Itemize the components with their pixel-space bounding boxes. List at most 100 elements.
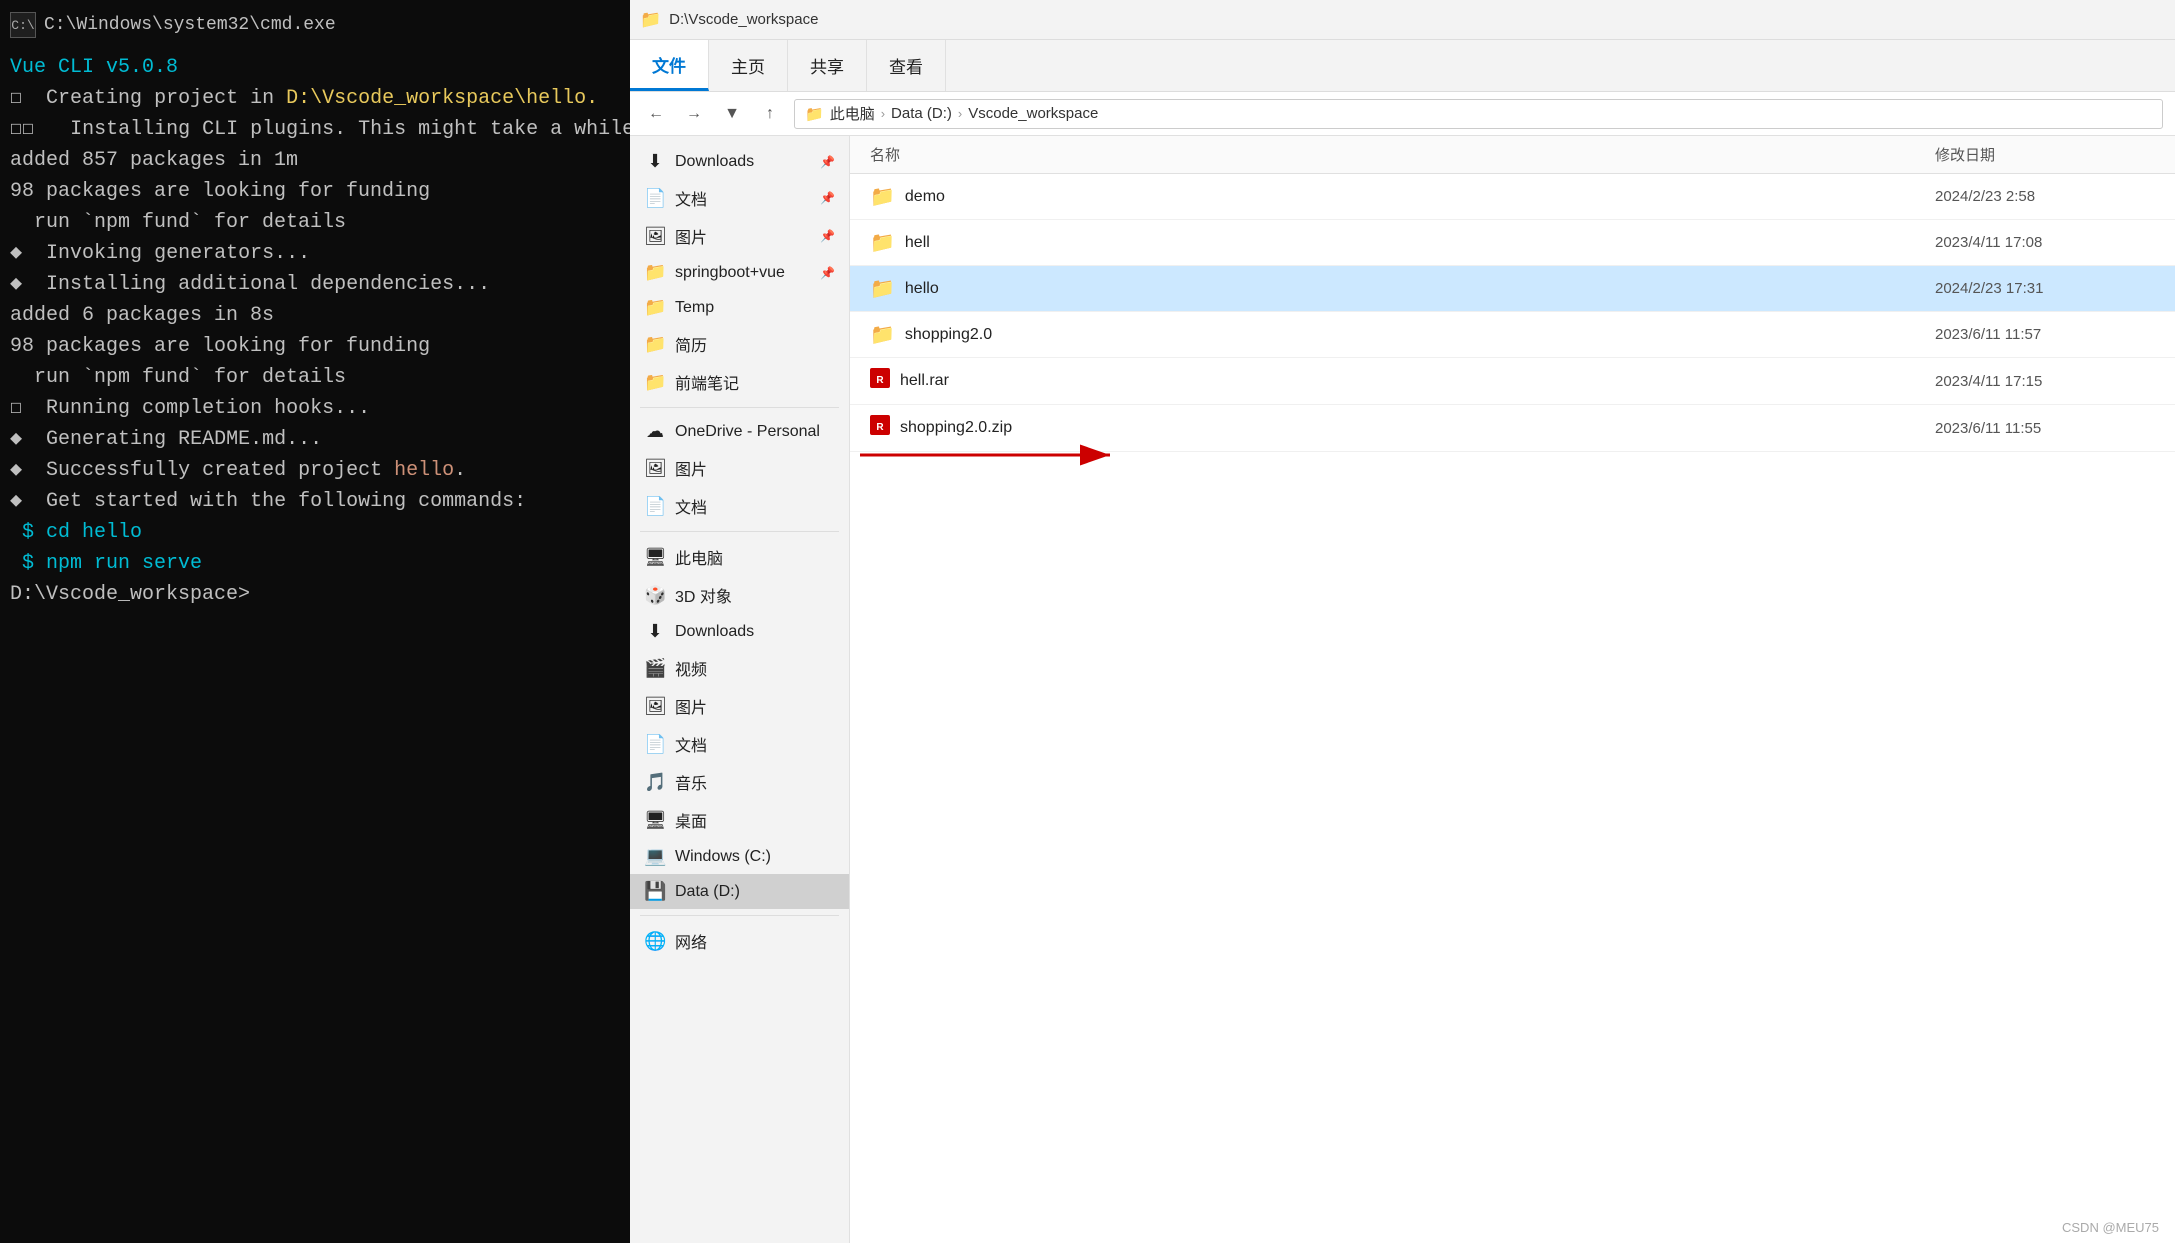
cmd-line: ◆ Successfully created project hello. (10, 455, 620, 486)
file-name: hello (905, 280, 1935, 298)
sidebar-item-文档[interactable]: 📄文档📌 (630, 179, 849, 217)
sidebar-item-Data-(D:)[interactable]: 💾Data (D:) (630, 874, 849, 909)
col-name-header: 名称 (870, 144, 1935, 165)
cmd-line: run `npm fund` for details (10, 207, 620, 238)
sidebar-icon: 🎲 (644, 585, 666, 606)
sidebar-icon: 📄 (644, 734, 666, 755)
sidebar-label: 文档 (675, 494, 707, 518)
sidebar-label: 图片 (675, 694, 707, 718)
sidebar-item-Windows-(C:)[interactable]: 💻 Windows (C:) (630, 839, 849, 874)
cmd-line: D:\Vscode_workspace> (10, 579, 620, 610)
file-row-demo[interactable]: 📁demo2024/2/23 2:58 (850, 174, 2175, 220)
file-icon: 📁 (870, 184, 895, 209)
sidebar-label: 文档 (675, 186, 707, 210)
file-name: hell.rar (900, 372, 1935, 390)
sidebar-item-视频[interactable]: 🎬视频 (630, 649, 849, 687)
sidebar-item-图片[interactable]: 🖼 图片 📌 (630, 217, 849, 255)
cmd-line: ◆ Get started with the following command… (10, 486, 620, 517)
file-row-hell.rar[interactable]: Rhell.rar2023/4/11 17:15 (850, 358, 2175, 405)
cmd-titlebar: C:\ C:\Windows\system32\cmd.exe (10, 12, 620, 38)
file-icon: 📁 (870, 322, 895, 347)
ribbon-tab-共享[interactable]: 共享 (788, 40, 867, 91)
bc-icon: 📁 (805, 105, 824, 123)
sidebar-item-音乐[interactable]: 🎵音乐 (630, 763, 849, 801)
sidebar-icon: 🖼 (644, 226, 666, 247)
ribbon-tab-文件[interactable]: 文件 (630, 40, 709, 91)
file-row-hell[interactable]: 📁hell2023/4/11 17:08 (850, 220, 2175, 266)
sidebar-pin: 📌 (820, 229, 835, 243)
bc-part3: Vscode_workspace (968, 105, 1098, 122)
sidebar-item-文档[interactable]: 📄 文档 (630, 487, 849, 525)
cmd-output: Vue CLI v5.0.8☐ Creating project in D:\V… (10, 52, 620, 610)
sidebar-icon: 🖼 (644, 458, 666, 479)
col-date-header: 修改日期 (1935, 144, 2155, 165)
sidebar-item-图片[interactable]: 🖼 图片 (630, 449, 849, 487)
sidebar-item-此电脑[interactable]: 🖥此电脑 (630, 538, 849, 576)
sidebar-pin: 📌 (820, 155, 835, 169)
back-button[interactable]: ← (642, 100, 670, 128)
file-row-shopping2.0[interactable]: 📁 shopping2.02023/6/11 11:57 (850, 312, 2175, 358)
sidebar-item-桌面[interactable]: 🖥桌面 (630, 801, 849, 839)
sidebar-icon: 🖥 (644, 810, 666, 831)
file-row-hello[interactable]: 📁hello2024/2/23 17:31 (850, 266, 2175, 312)
titlebar-path: D:\Vscode_workspace (669, 11, 818, 28)
cmd-line: $ npm run serve (10, 548, 620, 579)
sidebar-item-Downloads[interactable]: ⬇Downloads📌 (630, 144, 849, 179)
sidebar-label: 图片 (675, 456, 707, 480)
file-row-shopping2.0.zip[interactable]: Rshopping2.0.zip2023/6/11 11:55 (850, 405, 2175, 452)
cmd-line: added 857 packages in 1m (10, 145, 620, 176)
file-date: 2023/6/11 11:55 (1935, 420, 2155, 437)
bc-part1: 此电脑 (830, 103, 875, 124)
up-button[interactable]: ↑ (756, 100, 784, 128)
bc-arrow2: › (958, 106, 962, 121)
ribbon-tab-主页[interactable]: 主页 (709, 40, 788, 91)
ribbon: 文件主页共享查看 (630, 40, 2175, 92)
cmd-line: run `npm fund` for details (10, 362, 620, 393)
sidebar-icon: ⬇ (644, 151, 666, 172)
sidebar-label: Downloads (675, 623, 754, 641)
sidebar-item-3D-对象[interactable]: 🎲 3D 对象 (630, 576, 849, 614)
cmd-line: ☐ Running completion hooks... (10, 393, 620, 424)
sidebar-item-图片[interactable]: 🖼图片 (630, 687, 849, 725)
sidebar-item-Temp[interactable]: 📁Temp (630, 290, 849, 325)
cmd-line: $ cd hello (10, 517, 620, 548)
cmd-icon: C:\ (10, 12, 36, 38)
sidebar-label: 3D 对象 (675, 583, 732, 607)
file-date: 2023/6/11 11:57 (1935, 326, 2155, 343)
dropdown-button[interactable]: ▼ (718, 100, 746, 128)
sidebar-icon: 💻 (644, 846, 666, 867)
ribbon-tab-查看[interactable]: 查看 (867, 40, 946, 91)
file-name: shopping2.0.zip (900, 419, 1935, 437)
forward-button[interactable]: → (680, 100, 708, 128)
sidebar-icon: 📁 (644, 372, 666, 393)
sidebar-item-OneDrive---Personal[interactable]: ☁OneDrive - Personal (630, 414, 849, 449)
bc-part2: Data (D:) (891, 105, 952, 122)
sidebar-item-springboot+vue[interactable]: 📁springboot+vue📌 (630, 255, 849, 290)
cmd-line: ◆ Installing additional dependencies... (10, 269, 620, 300)
sidebar-item-网络[interactable]: 🌐网络 (630, 922, 849, 960)
file-list: 名称 修改日期 📁demo2024/2/23 2:58📁hell2023/4/1… (850, 136, 2175, 1243)
cmd-line: ☐☐ Installing CLI plugins. This might ta… (10, 114, 620, 145)
sidebar-item-文档[interactable]: 📄文档 (630, 725, 849, 763)
sidebar-divider (640, 915, 839, 916)
sidebar-icon: 💾 (644, 881, 666, 902)
file-date: 2024/2/23 2:58 (1935, 188, 2155, 205)
main-content: ⬇Downloads📌📄文档📌🖼图片📌📁springboot+vue📌📁Temp… (630, 136, 2175, 1243)
file-icon: R (870, 368, 890, 394)
sidebar-label: 网络 (675, 929, 707, 953)
file-name: shopping2.0 (905, 326, 1935, 344)
sidebar-divider (640, 407, 839, 408)
sidebar-label: 视频 (675, 656, 707, 680)
titlebar-icon: 📁 (640, 10, 661, 30)
sidebar-item-Downloads[interactable]: ⬇Downloads (630, 614, 849, 649)
sidebar-label: 图片 (675, 224, 707, 248)
cmd-line: 98 packages are looking for funding (10, 331, 620, 362)
sidebar-item-前端笔记[interactable]: 📁前端笔记 (630, 363, 849, 401)
sidebar-icon: 📁 (644, 262, 666, 283)
address-bar: ← → ▼ ↑ 📁 此电脑 › Data (D:) › Vscode_works… (630, 92, 2175, 136)
sidebar-item-简历[interactable]: 📁简历 (630, 325, 849, 363)
breadcrumb[interactable]: 📁 此电脑 › Data (D:) › Vscode_workspace (794, 99, 2163, 129)
sidebar-icon: 📄 (644, 496, 666, 517)
sidebar-label: Windows (C:) (675, 848, 771, 866)
file-explorer: 📁 D:\Vscode_workspace 文件主页共享查看 ← → ▼ ↑ 📁… (630, 0, 2175, 1243)
